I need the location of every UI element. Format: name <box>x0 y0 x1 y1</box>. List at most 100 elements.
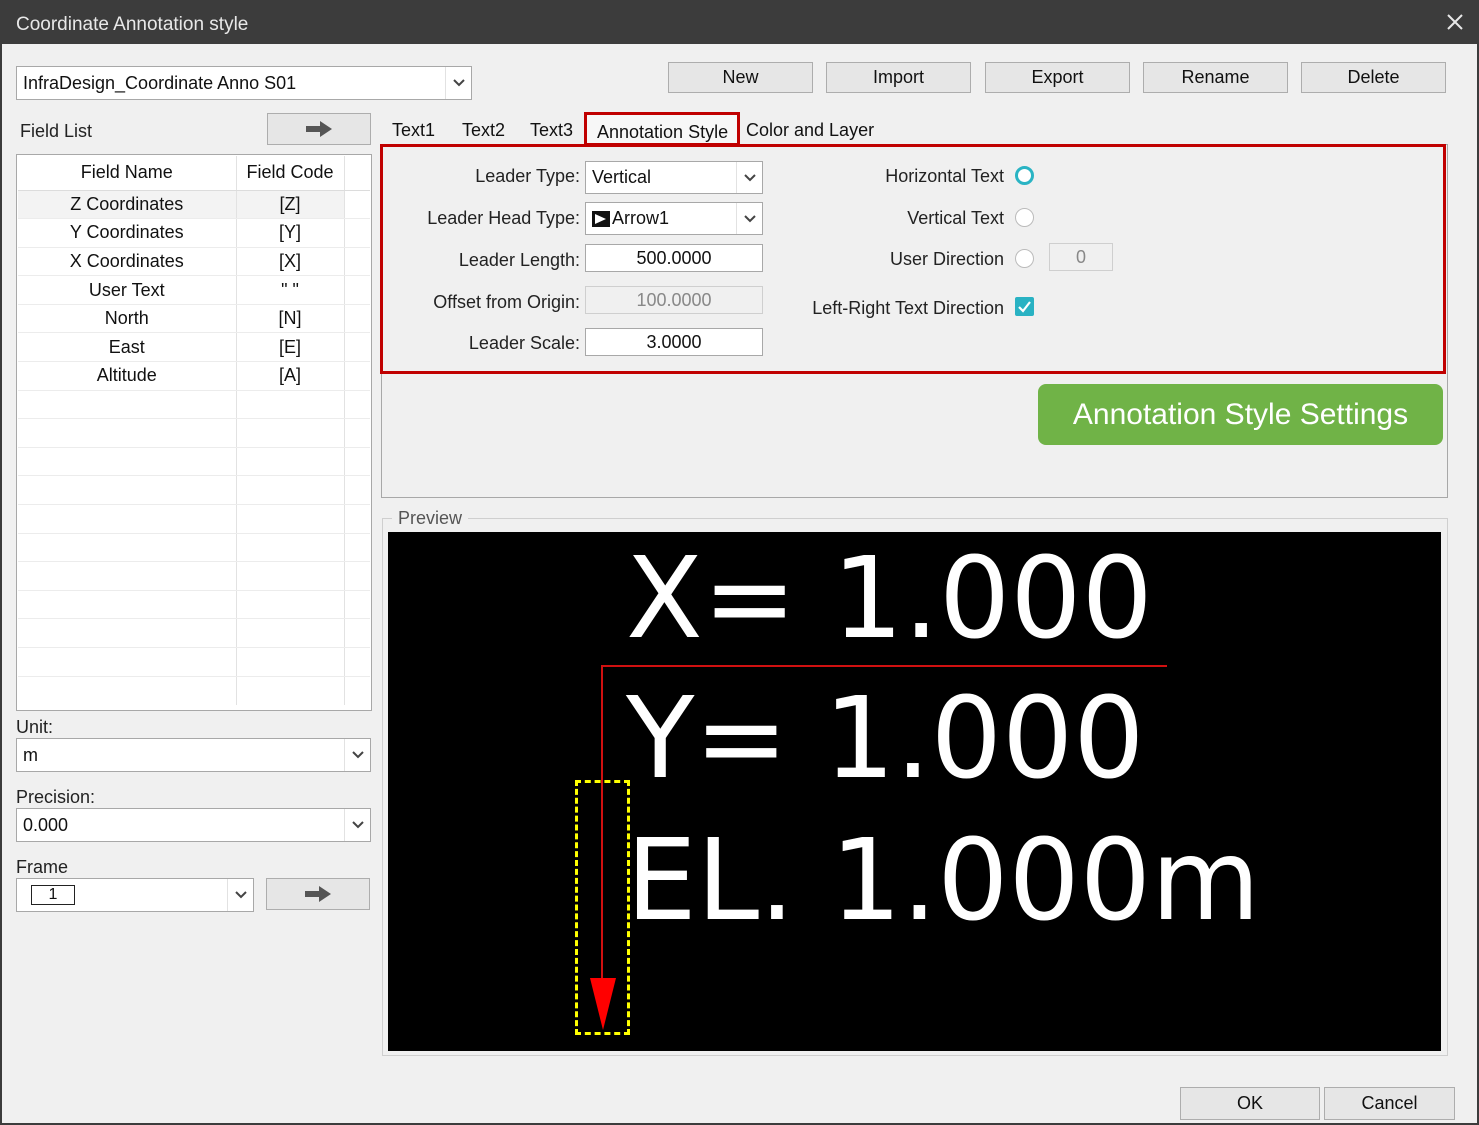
field-code-cell: [E] <box>236 332 345 363</box>
insert-frame-button[interactable] <box>266 878 370 910</box>
arrow-right-icon <box>306 121 332 137</box>
empty-row <box>18 390 370 420</box>
cancel-button[interactable]: Cancel <box>1324 1087 1455 1120</box>
table-row[interactable]: Y Coordinates [Y] <box>18 218 370 248</box>
precision-value: 0.000 <box>23 814 69 835</box>
field-name-cell: Altitude <box>18 361 237 391</box>
table-row[interactable]: North [N] <box>18 304 370 334</box>
precision-label: Precision: <box>16 787 96 807</box>
preview-el-text: EL. 1.000m <box>626 816 1261 946</box>
arrowhead-icon <box>592 210 610 227</box>
style-select-value: InfraDesign_Coordinate Anno S01 <box>23 72 297 93</box>
tab-color-and-layer[interactable]: Color and Layer <box>746 120 874 141</box>
frame-select[interactable]: 1 <box>16 878 254 912</box>
new-button[interactable]: New <box>668 62 813 93</box>
field-list-table: Field Name Field Code Z Coordinates [Z] Y… <box>18 156 370 705</box>
empty-row <box>18 418 370 448</box>
delete-button[interactable]: Delete <box>1301 62 1446 93</box>
field-code-cell: [N] <box>236 304 345 334</box>
empty-row <box>18 647 370 677</box>
arrow-right-icon <box>305 886 331 902</box>
horizontal-text-radio[interactable] <box>1015 166 1034 185</box>
tab-annotation-style[interactable]: Annotation Style <box>584 112 740 146</box>
preview-canvas: X= 1.000 Y= 1.000 EL. 1.000m <box>388 532 1441 1051</box>
export-button[interactable]: Export <box>985 62 1130 93</box>
table-row[interactable]: East [E] <box>18 332 370 363</box>
horizontal-text-label: Horizontal Text <box>885 166 1004 186</box>
annotation-style-callout: Annotation Style Settings <box>1038 384 1443 445</box>
tab-text3[interactable]: Text3 <box>530 120 573 141</box>
leader-horizontal-line <box>601 665 1167 667</box>
preview-y-text: Y= 1.000 <box>626 674 1145 804</box>
empty-row <box>18 533 370 563</box>
empty-row <box>18 676 370 705</box>
chevron-down-icon <box>445 67 471 99</box>
arrowhead-highlight <box>575 780 630 1035</box>
user-direction-radio[interactable] <box>1015 249 1034 268</box>
preview-x-text: X= 1.000 <box>626 534 1153 664</box>
leader-type-value: Vertical <box>592 167 652 187</box>
leader-scale-input[interactable]: 3.0000 <box>585 328 763 356</box>
field-code-cell: [A] <box>236 361 345 391</box>
dialog-window: Coordinate Annotation style InfraDesign_… <box>0 0 1479 1125</box>
chevron-down-icon <box>344 739 370 771</box>
unit-value: m <box>23 744 38 765</box>
unit-label: Unit: <box>16 717 54 737</box>
leader-head-type-select[interactable]: Arrow1 <box>585 202 763 235</box>
tab-text2[interactable]: Text2 <box>462 120 505 141</box>
leader-length-label: Leader Length: <box>458 250 580 270</box>
field-name-cell: North <box>18 304 237 334</box>
field-name-cell: X Coordinates <box>18 247 237 277</box>
import-button[interactable]: Import <box>826 62 971 93</box>
precision-select[interactable]: 0.000 <box>16 808 371 842</box>
table-row[interactable]: Altitude [A] <box>18 361 370 391</box>
title-bar: Coordinate Annotation style <box>2 2 1477 44</box>
offset-from-origin-label: Offset from Origin: <box>433 292 580 312</box>
ok-button[interactable]: OK <box>1180 1087 1320 1120</box>
insert-field-button[interactable] <box>267 113 371 145</box>
field-name-cell: East <box>18 332 237 363</box>
empty-row <box>18 475 370 506</box>
field-code-cell: " " <box>236 275 345 305</box>
field-name-cell: User Text <box>18 275 237 305</box>
table-row[interactable]: X Coordinates [X] <box>18 247 370 277</box>
window-title: Coordinate Annotation style <box>16 14 249 35</box>
empty-row <box>18 590 370 620</box>
unit-select[interactable]: m <box>16 738 371 772</box>
close-icon[interactable] <box>1443 10 1467 34</box>
chevron-down-icon <box>736 162 762 193</box>
empty-row <box>18 447 370 477</box>
table-header-row: Field Name Field Code <box>18 156 370 191</box>
chevron-down-icon <box>736 203 762 234</box>
chevron-down-icon <box>344 809 370 841</box>
field-code-cell: [Z] <box>236 190 345 220</box>
leader-head-type-label: Leader Head Type: <box>427 208 580 228</box>
style-select[interactable]: InfraDesign_Coordinate Anno S01 <box>16 66 472 100</box>
offset-from-origin-input[interactable]: 100.0000 <box>585 286 763 314</box>
table-row[interactable]: Z Coordinates [Z] <box>18 190 370 220</box>
tab-annotation-style-label: Annotation Style <box>597 122 729 142</box>
header-field-name: Field Name <box>18 156 237 191</box>
field-code-cell: [Y] <box>236 218 345 248</box>
leader-scale-label: Leader Scale: <box>468 333 580 353</box>
field-name-cell: Y Coordinates <box>18 218 237 248</box>
field-name-cell: Z Coordinates <box>18 190 237 220</box>
leader-length-input[interactable]: 500.0000 <box>585 244 763 272</box>
empty-row <box>18 561 370 591</box>
leader-type-select[interactable]: Vertical <box>585 161 763 194</box>
empty-row <box>18 618 370 648</box>
vertical-text-radio[interactable] <box>1015 208 1034 227</box>
user-direction-input[interactable]: 0 <box>1049 243 1113 271</box>
rename-button[interactable]: Rename <box>1143 62 1288 93</box>
preview-label: Preview <box>392 508 469 529</box>
field-code-cell: [X] <box>236 247 345 277</box>
leader-type-label: Leader Type: <box>475 166 580 186</box>
lr-text-direction-checkbox[interactable] <box>1015 297 1034 316</box>
empty-row <box>18 504 370 534</box>
leader-head-type-value: Arrow1 <box>612 208 670 228</box>
lr-text-direction-label: Left-Right Text Direction <box>812 298 1004 318</box>
tab-text1[interactable]: Text1 <box>392 120 435 141</box>
table-row[interactable]: User Text " " <box>18 275 370 305</box>
field-list-label: Field List <box>20 121 93 141</box>
vertical-text-label: Vertical Text <box>907 208 1004 228</box>
